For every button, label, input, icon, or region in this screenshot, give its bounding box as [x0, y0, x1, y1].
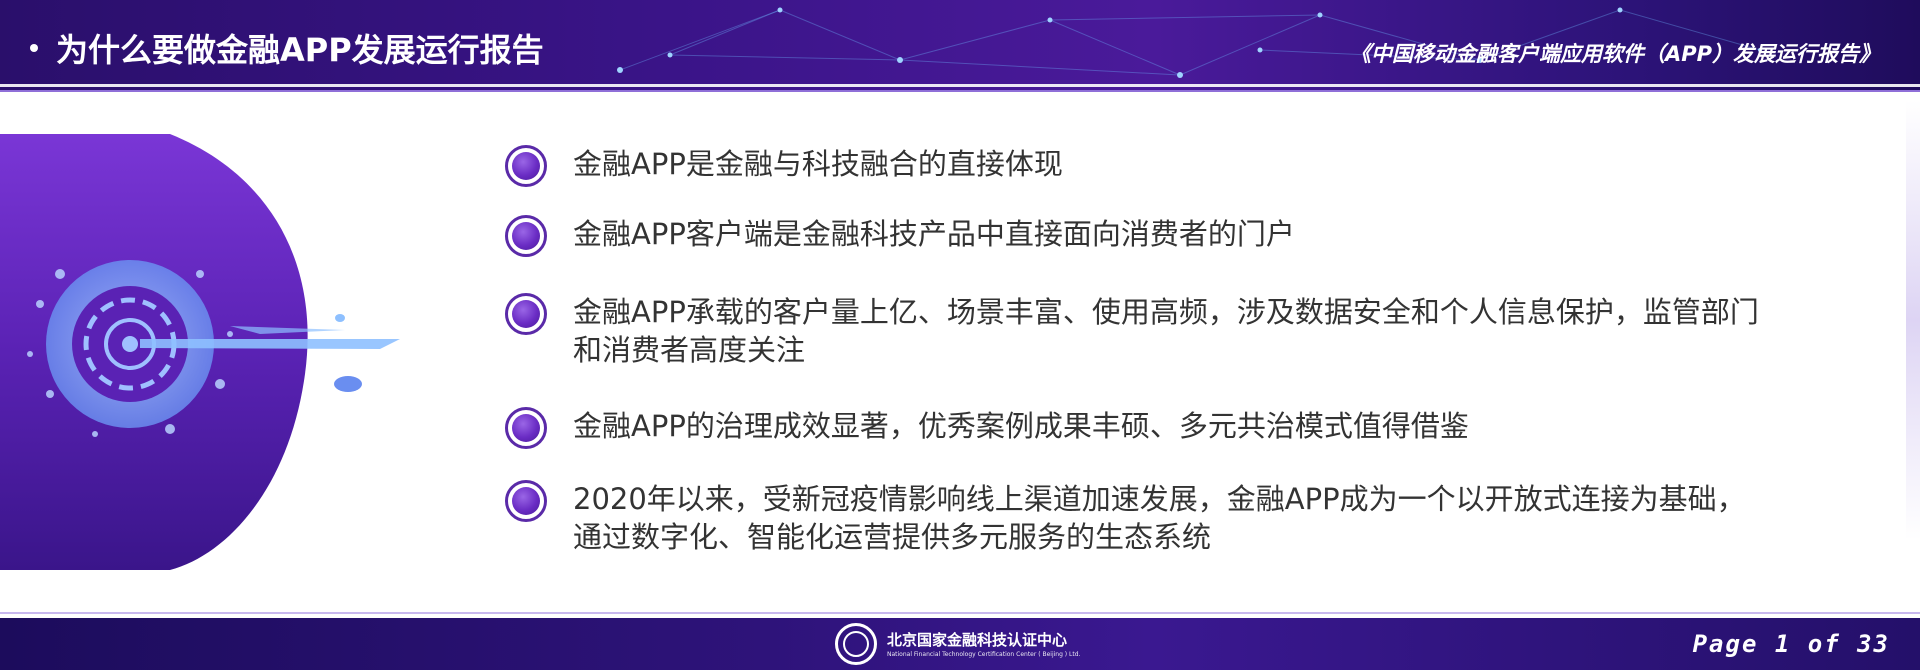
- list-item: 金融APP的治理成效显著，优秀案例成果丰硕、多元共治模式值得借鉴: [505, 407, 1469, 449]
- list-item: 金融APP客户端是金融科技产品中直接面向消费者的门户: [505, 215, 1295, 257]
- org-name-en: National Financial Technology Certificat…: [887, 650, 1081, 658]
- list-item-text: 金融APP承载的客户量上亿、场景丰富、使用高频，涉及数据安全和个人信息保护，监管…: [573, 295, 1759, 329]
- footer-divider: [0, 612, 1920, 614]
- bullet-circle-icon: [505, 145, 547, 187]
- org-name-cn: 北京国家金融科技认证中心: [887, 630, 1068, 649]
- list-item-text: 通过数字化、智能化运营提供多元服务的生态系统: [573, 520, 1212, 554]
- header-bar: 为什么要做金融APP发展运行报告 《中国移动金融客户端应用软件（APP）发展运行…: [0, 0, 1920, 92]
- page-indicator: Page 1 of 33: [1692, 630, 1890, 658]
- list-item: 2020年以来，受新冠疫情影响线上渠道加速发展，金融APP成为一个以开放式连接为…: [505, 480, 1746, 556]
- list-item-text: 金融APP是金融与科技融合的直接体现: [573, 147, 1063, 181]
- slide-title: 为什么要做金融APP发展运行报告: [30, 26, 544, 70]
- seal-icon: [835, 623, 877, 665]
- list-item-text: 金融APP的治理成效显著，优秀案例成果丰硕、多元共治模式值得借鉴: [573, 409, 1469, 443]
- bullet-circle-icon: [505, 215, 547, 257]
- list-item-text: 2020年以来，受新冠疫情影响线上渠道加速发展，金融APP成为一个以开放式连接为…: [573, 482, 1746, 516]
- target-illustration: [0, 134, 400, 570]
- footer-bar: 北京国家金融科技认证中心 National Financial Technolo…: [0, 618, 1920, 670]
- bullet-circle-icon: [505, 293, 547, 335]
- header-divider-accent: [0, 90, 1920, 92]
- list-item-text: 和消费者高度关注: [573, 333, 806, 367]
- right-edge-decoration: [1906, 100, 1920, 540]
- bullet-circle-icon: [505, 480, 547, 522]
- header-divider: [0, 84, 1920, 87]
- list-item: 金融APP承载的客户量上亿、场景丰富、使用高频，涉及数据安全和个人信息保护，监管…: [505, 293, 1759, 369]
- report-name: 《中国移动金融客户端应用软件（APP）发展运行报告》: [1349, 42, 1880, 66]
- slide-title-text: 为什么要做金融APP发展运行报告: [56, 31, 544, 69]
- bullet-circle-icon: [505, 407, 547, 449]
- list-item-text: 金融APP客户端是金融科技产品中直接面向消费者的门户: [573, 217, 1295, 251]
- list-item: 金融APP是金融与科技融合的直接体现: [505, 145, 1063, 187]
- title-bullet-icon: [30, 44, 38, 52]
- org-logo: 北京国家金融科技认证中心 National Financial Technolo…: [835, 623, 1080, 665]
